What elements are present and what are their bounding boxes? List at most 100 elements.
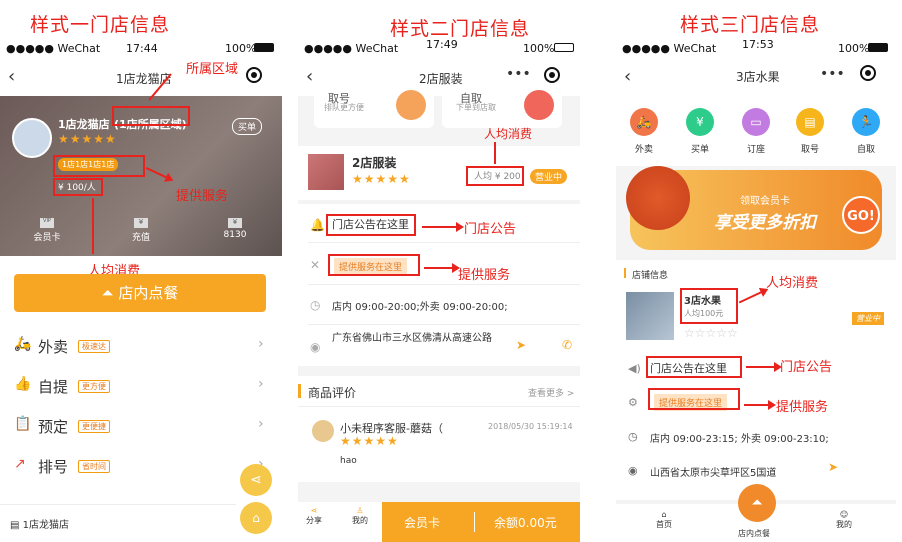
money-bag-icon: ¥ [686, 108, 714, 136]
tab-label: 我的 [352, 516, 368, 525]
back-icon[interactable]: ‹ [8, 66, 15, 87]
smile-icon: ☺ [839, 510, 849, 519]
quick-delivery[interactable]: 🛵 外卖 [630, 108, 658, 155]
annotation-region: 所属区域 [186, 62, 239, 77]
annotation-notice: 门店公告 [780, 360, 833, 375]
store-name: 2店服装 [352, 156, 397, 170]
bell-icon: 🔔 [310, 218, 325, 232]
review-title: 商品评价 [308, 386, 357, 400]
target-icon[interactable] [246, 67, 262, 83]
address-text: 广东省佛山市三水区佛清从高速公路 [332, 333, 492, 344]
location-icon: ◉ [310, 340, 321, 354]
rating-stars: ★★★★★ [340, 434, 399, 448]
go-button[interactable]: GO! [842, 196, 880, 234]
arrow-icon [744, 400, 776, 410]
tab-points[interactable]: ¥8130 [188, 214, 282, 256]
service-menu: 🛵 外卖 极速达 › 👍 自提 更方便 › 📋 预定 更便捷 › ↗ 排号 省时… [0, 328, 282, 488]
wallet-icon: ¥ [134, 218, 148, 228]
mine-button[interactable]: ♙ 我的 [352, 506, 368, 526]
rating-stars: ★★★★★ [58, 132, 117, 146]
member-bar[interactable]: 会员卡 余额0.00元 [382, 502, 580, 542]
see-more-link[interactable]: 查看更多 > [528, 386, 574, 399]
menu-item-delivery[interactable]: 🛵 外卖 极速达 › [0, 328, 282, 368]
bag-icon [524, 90, 554, 120]
tab-mine[interactable]: ☺ 我的 [836, 510, 852, 530]
review-date: 2018/05/30 15:19:14 [488, 422, 573, 431]
avg-highlight [680, 288, 738, 324]
review-text: hao [340, 456, 357, 466]
menu-label: 自提 [38, 378, 69, 396]
member-banner[interactable]: 领取会员卡 享受更多折扣 GO! [626, 166, 882, 250]
menu-item-pickup[interactable]: 👍 自提 更方便 › [0, 368, 282, 408]
coin-icon: ¥ [228, 218, 242, 228]
store-thumbnail [626, 292, 674, 340]
share-float-button[interactable]: ⋖ [240, 464, 272, 496]
more-icon[interactable]: ••• [506, 66, 531, 82]
megaphone-icon: ◀) [628, 362, 641, 375]
rating-stars: ★★★★★ [352, 172, 411, 186]
target-icon[interactable] [860, 65, 876, 81]
service-highlight [648, 388, 740, 410]
menu-label: 预定 [38, 418, 69, 436]
time-label: 17:53 [742, 38, 774, 51]
tab-label: 会员卡 [33, 233, 61, 243]
open-badge: 营业中 [530, 169, 568, 184]
annotation-service: 提供服务 [176, 189, 229, 204]
location-icon: ◉ [628, 464, 638, 477]
annotation-service: 提供服务 [458, 268, 511, 283]
chevron-right-icon: › [258, 416, 264, 432]
battery-label: 100% [838, 42, 870, 55]
avg-highlight [53, 178, 103, 196]
hours-text: 店内 09:00-20:00;外卖 09:00-20:00; [332, 302, 508, 313]
service-highlight [328, 254, 420, 276]
back-icon[interactable]: ‹ [624, 66, 631, 87]
reviewer-avatar [312, 420, 334, 442]
phone-icon[interactable]: ✆ [562, 338, 572, 352]
bell-icon: ⏶ [751, 495, 763, 511]
quick-icons: 🛵 外卖 ¥ 买单 ▭ 订座 ▤ 取号 🏃 自取 [616, 96, 896, 166]
tab-label: 充值 [131, 233, 150, 243]
home-icon: ⌂ [661, 510, 667, 519]
seat-icon: ▭ [742, 108, 770, 136]
tab-bar: ⌂ 首页 ⏶ 店内点餐 ☺ 我的 [616, 484, 896, 542]
quick-queue[interactable]: ▤ 取号 [796, 108, 824, 155]
navigate-icon[interactable]: ➤ [828, 460, 838, 474]
back-icon[interactable]: ‹ [306, 66, 313, 87]
style1-title: 样式一门店信息 [30, 14, 171, 36]
card-subtitle: 排队更方便 [324, 103, 364, 112]
section-marker [298, 384, 301, 398]
member-card-label: 会员卡 [404, 516, 441, 530]
menu-item-reserve[interactable]: 📋 预定 更便捷 › [0, 408, 282, 448]
pickup-card[interactable]: 自取 下单到店取 [442, 90, 562, 128]
quick-label: 取号 [800, 145, 819, 155]
tab-member-card[interactable]: VIP 会员卡 [0, 214, 94, 256]
thumbs-up-icon: 👍 [14, 376, 32, 392]
battery-icon [254, 43, 274, 52]
tab-order-label: 店内点餐 [738, 529, 770, 538]
queue-card[interactable]: 取号 排队更方便 [314, 90, 434, 128]
order-fab[interactable]: ⏶ [738, 484, 776, 522]
quick-pickup[interactable]: 🏃 自取 [852, 108, 880, 155]
order-in-store-button[interactable]: ⏶ 店内点餐 [14, 274, 266, 312]
banner-subtitle: 领取会员卡 [740, 196, 790, 207]
tab-recharge[interactable]: ¥ 充值 [94, 214, 188, 256]
share-button[interactable]: ⋖ 分享 [306, 506, 322, 526]
more-icon[interactable]: ••• [820, 66, 845, 82]
open-badge: 营业中 [852, 312, 884, 325]
store-thumbnail [308, 154, 344, 190]
tab-home[interactable]: ⌂ 首页 [656, 510, 672, 530]
tab-label: 我的 [836, 520, 852, 529]
navigate-icon[interactable]: ➤ [516, 338, 526, 352]
header-tabs: VIP 会员卡 ¥ 充值 ¥8130 [0, 214, 282, 256]
region-highlight [112, 106, 190, 126]
quick-label: 外卖 [634, 145, 653, 155]
time-label: 17:49 [426, 38, 458, 51]
home-float-button[interactable]: ⌂ [240, 502, 272, 534]
style2-title: 样式二门店信息 [390, 18, 531, 40]
quick-label: 买单 [690, 145, 709, 155]
quick-pay[interactable]: ¥ 买单 [686, 108, 714, 155]
annotation-avg: 人均消费 [484, 127, 533, 141]
pay-button[interactable]: 买单 [232, 118, 263, 135]
quick-reserve[interactable]: ▭ 订座 [742, 108, 770, 155]
target-icon[interactable] [544, 67, 560, 83]
